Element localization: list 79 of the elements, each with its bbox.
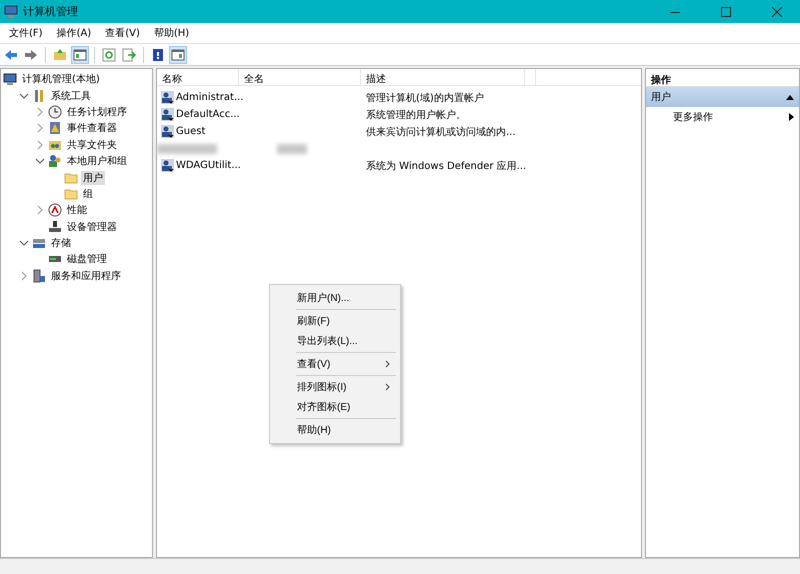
help-icon <box>151 48 165 62</box>
tools-icon <box>32 88 46 103</box>
tree-item[interactable]: 共享文件夹 <box>65 138 119 152</box>
storage-icon <box>32 236 46 250</box>
tree-item[interactable]: 存储 <box>49 236 73 250</box>
menu-item[interactable]: 文件(F) <box>2 26 50 40</box>
column-header[interactable]: 全名 <box>239 69 361 85</box>
table-cell-text: 管理计算机(域)的内置帐户 <box>365 92 484 104</box>
menu-item[interactable]: 刷新(F) <box>272 311 398 331</box>
toolbar-button[interactable] <box>169 46 187 64</box>
submenu-triangle-icon <box>789 113 794 121</box>
users-icon <box>48 154 62 168</box>
tree-item[interactable]: 系统工具 <box>49 88 93 103</box>
collapse-chevron-icon[interactable] <box>19 238 29 248</box>
tree-item[interactable]: 事件查看器 <box>65 121 119 136</box>
user-icon <box>161 108 174 121</box>
expand-chevron-icon[interactable] <box>35 205 45 216</box>
user-icon <box>161 125 174 138</box>
table-cell-text: 系统管理的用户帐户。 <box>365 108 466 122</box>
folder-up-icon <box>53 48 67 62</box>
collapse-chevron-icon[interactable] <box>35 156 45 166</box>
window-title: 计算机管理 <box>23 4 79 19</box>
event-log-icon <box>48 121 62 136</box>
computer-icon <box>4 4 18 18</box>
column-header[interactable]: 描述 <box>361 69 525 85</box>
table-cell: Guest <box>176 126 206 137</box>
server-icon <box>32 268 46 283</box>
blurred-text <box>277 144 307 154</box>
menu-item[interactable]: 新用户(N)... <box>272 288 398 308</box>
tree-item[interactable]: 性能 <box>65 203 89 218</box>
user-icon <box>161 159 174 172</box>
computer-icon <box>3 72 17 86</box>
menu-item[interactable]: 导出列表(L)... <box>272 331 398 351</box>
collapse-chevron-icon[interactable] <box>19 90 29 101</box>
export-icon <box>122 48 136 62</box>
expand-chevron-icon[interactable] <box>35 123 45 134</box>
table-cell: Administrat... <box>176 92 244 103</box>
menu-item[interactable]: 帮助(H) <box>272 420 398 440</box>
panel-icon <box>73 48 87 62</box>
folder-icon <box>64 186 78 201</box>
submenu-chevron-icon <box>385 360 390 368</box>
tree-item[interactable]: 用户 <box>81 170 105 185</box>
menu-item[interactable]: 查看(V) <box>98 26 147 40</box>
gauge-icon <box>48 203 62 218</box>
table-cell: DefaultAcc... <box>176 109 240 120</box>
blurred-text <box>157 144 217 154</box>
column-header[interactable]: 名称 <box>157 69 239 85</box>
tree-item[interactable]: 设备管理器 <box>65 220 119 234</box>
close-icon <box>772 6 782 16</box>
refresh-icon <box>102 48 116 62</box>
menu-item[interactable]: 帮助(H) <box>146 26 196 40</box>
table-cell-text: 供来宾访问计算机或访问域的内... <box>365 126 516 138</box>
expand-chevron-icon[interactable] <box>35 106 45 117</box>
expand-chevron-icon[interactable] <box>35 140 45 150</box>
menu-item[interactable]: 排列图标(I) <box>272 377 398 397</box>
table-cell: WDAGUtilit... <box>176 160 241 171</box>
tree-item[interactable]: 服务和应用程序 <box>49 268 123 283</box>
expand-chevron-icon[interactable] <box>19 270 29 281</box>
menu-item[interactable]: 查看(V) <box>272 354 398 374</box>
folder-icon <box>64 170 78 185</box>
action-item[interactable]: 更多操作 <box>646 107 799 127</box>
toolbar-button[interactable] <box>71 46 89 64</box>
forward-arrow-icon <box>24 48 38 62</box>
device-icon <box>48 220 62 234</box>
menu-item[interactable]: 操作(A) <box>50 26 98 40</box>
user-icon <box>161 91 174 104</box>
table-cell-text: 系统为 Windows Defender 应用... <box>365 160 526 172</box>
back-arrow-icon <box>4 48 18 62</box>
tree-item[interactable]: 本地用户和组 <box>65 154 129 168</box>
tree-item[interactable]: 计算机管理(本地) <box>20 72 102 86</box>
clock-icon <box>48 104 62 119</box>
menu-item[interactable]: 对齐图标(E) <box>272 397 398 417</box>
panel-icon <box>171 48 185 62</box>
section-header[interactable]: 用户 <box>646 87 799 107</box>
maximize-icon <box>721 6 731 16</box>
tree-item[interactable]: 任务计划程序 <box>65 104 129 119</box>
tree-item[interactable]: 磁盘管理 <box>65 252 109 266</box>
tree-item[interactable]: 组 <box>81 186 95 201</box>
submenu-chevron-icon <box>385 383 390 391</box>
